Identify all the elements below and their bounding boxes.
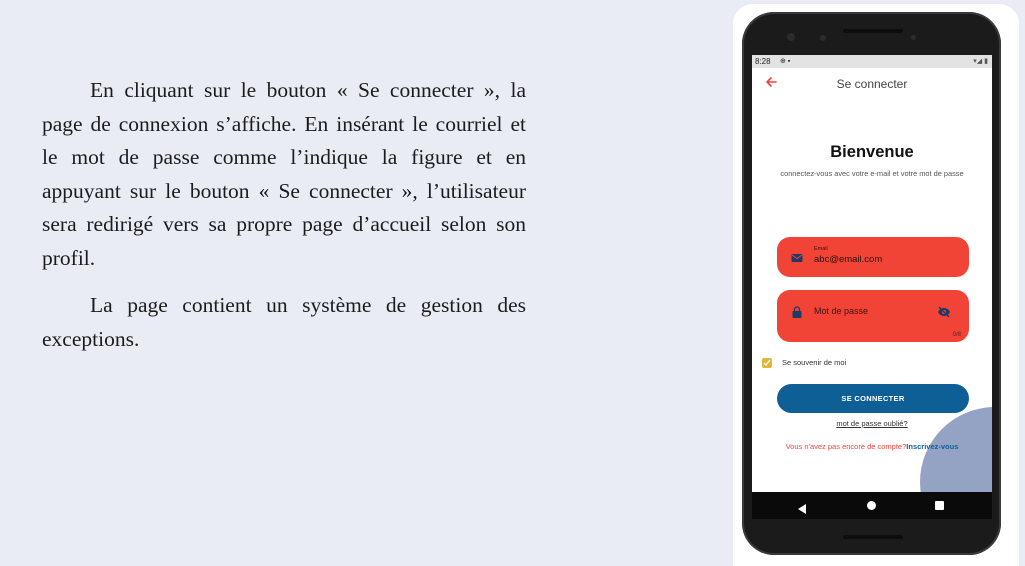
phone-screen: 8:28 ⊕ ▪ ▾◢ ▮ Se connecter Bienvenue con…	[752, 55, 992, 519]
document-text: En cliquant sur le bouton « Se connecter…	[42, 74, 526, 370]
email-field[interactable]: Email abc@email.com	[777, 237, 969, 277]
nav-recent-apps-icon[interactable]	[935, 501, 944, 510]
mail-icon	[791, 251, 803, 263]
forgot-password-link[interactable]: mot de passe oublié?	[752, 419, 992, 428]
welcome-subtitle: connectez-vous avec votre e-mail et votr…	[780, 169, 964, 178]
password-field[interactable]: Mot de passe 0/8	[777, 290, 969, 342]
app-bar: Se connecter	[752, 68, 992, 100]
earpiece-speaker	[843, 29, 903, 33]
signup-prompt: Vous n'avez pas encore de compte?	[785, 442, 907, 451]
eye-off-icon[interactable]	[937, 305, 951, 318]
email-field-value: abc@email.com	[814, 254, 883, 265]
status-left-icons: ⊕ ▪	[780, 58, 791, 65]
password-char-counter: 0/8	[952, 332, 961, 338]
password-field-placeholder: Mot de passe	[814, 306, 869, 316]
status-bar: 8:28 ⊕ ▪ ▾◢ ▮	[752, 55, 992, 68]
app-bar-title: Se connecter	[836, 77, 908, 91]
nav-back-icon[interactable]	[798, 501, 807, 519]
email-field-label: Email	[814, 246, 828, 252]
phone-bottom-grille	[843, 535, 903, 539]
lock-icon	[791, 305, 803, 318]
nav-home-icon[interactable]	[867, 501, 876, 510]
paragraph-1: En cliquant sur le bouton « Se connecter…	[42, 78, 526, 270]
status-right-icons: ▾◢ ▮	[973, 58, 988, 65]
login-button[interactable]: SE CONNECTER	[777, 384, 969, 413]
proximity-sensor	[911, 35, 916, 40]
system-nav-bar	[752, 492, 992, 519]
remember-me-checkbox[interactable]	[762, 358, 772, 368]
front-sensor	[820, 35, 826, 41]
remember-me-label: Se souvenir de moi	[782, 358, 847, 367]
signup-link[interactable]: Inscrivez-vous	[906, 442, 958, 451]
status-time: 8:28	[755, 57, 771, 66]
paragraph-2: La page contient un système de gestion d…	[42, 293, 526, 351]
front-camera	[787, 33, 795, 41]
signup-row: Vous n'avez pas encore de compte?Inscriv…	[752, 442, 992, 451]
welcome-title: Bienvenue	[830, 143, 914, 161]
